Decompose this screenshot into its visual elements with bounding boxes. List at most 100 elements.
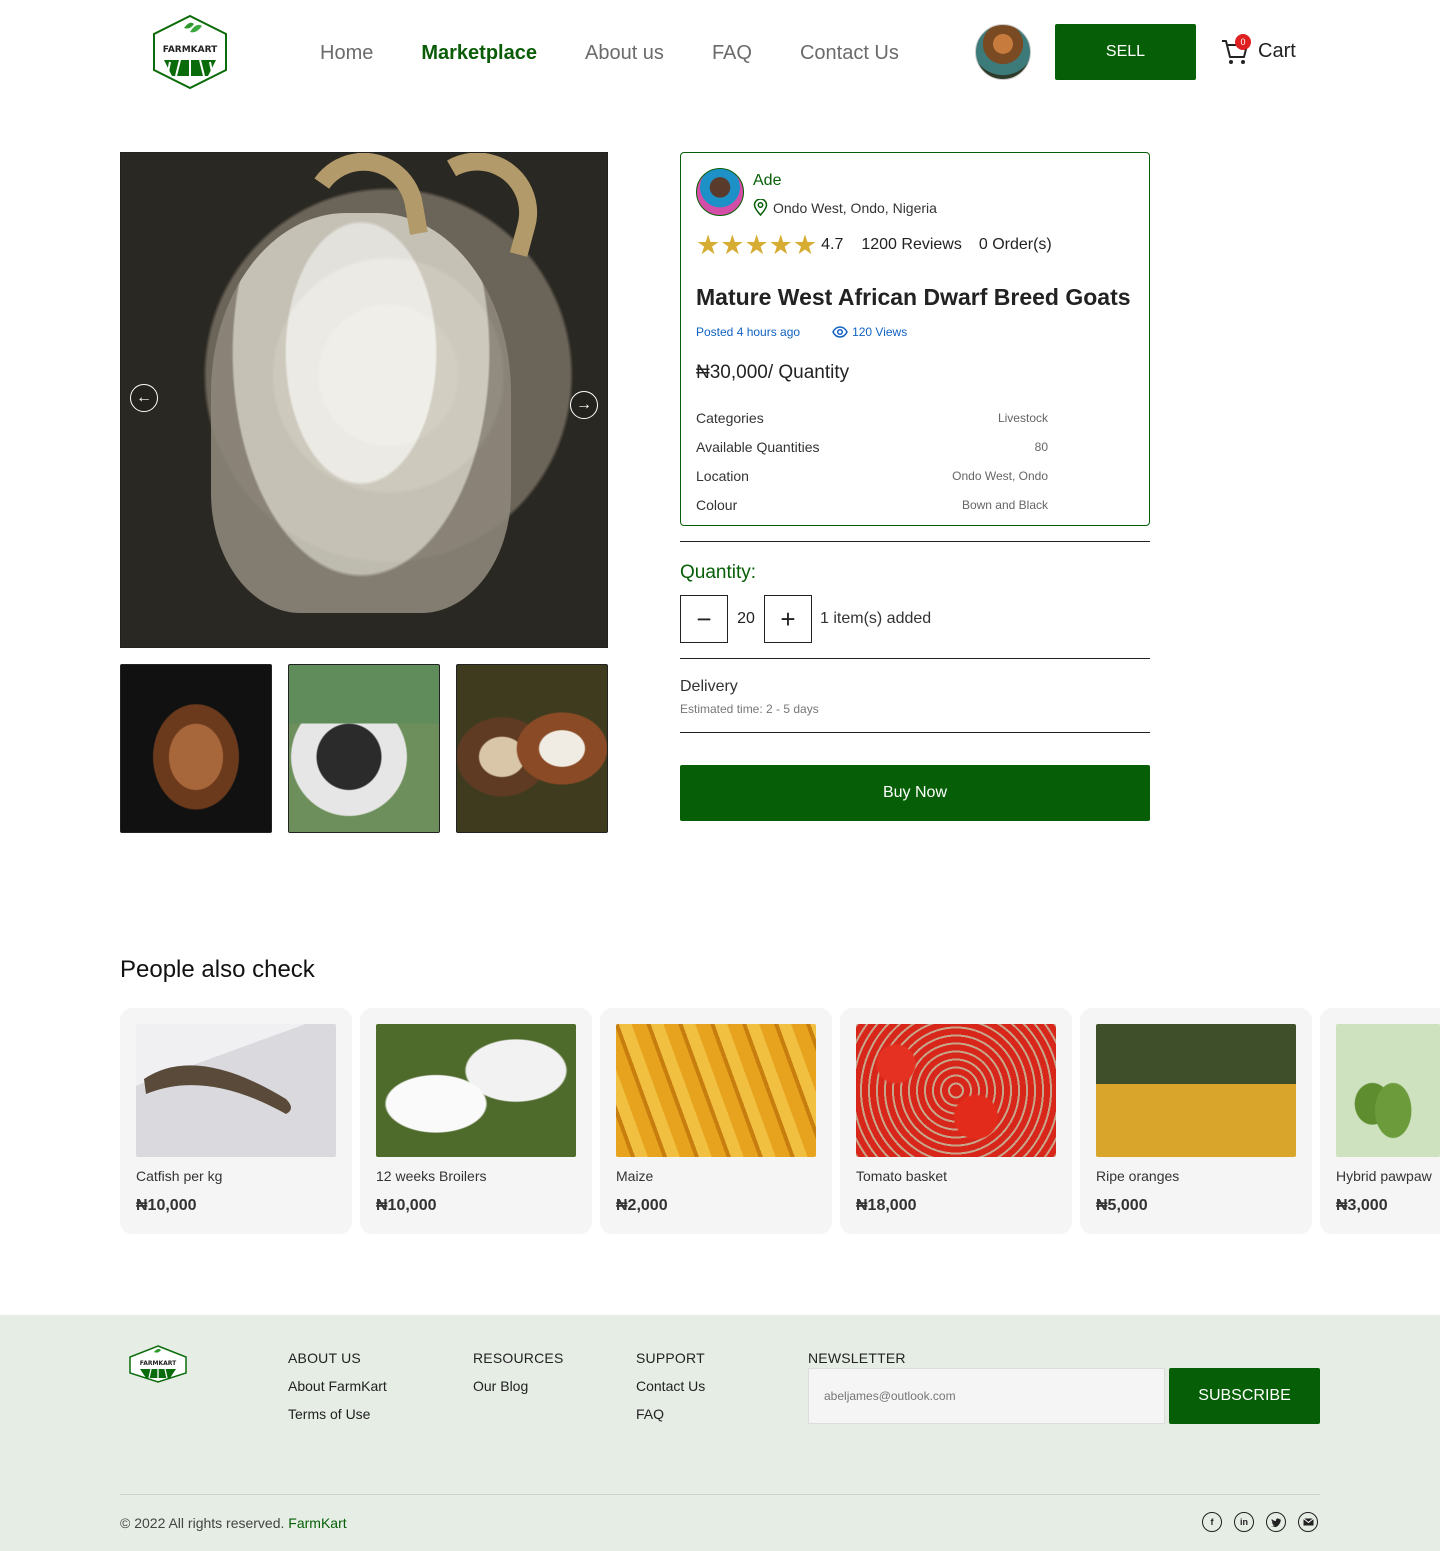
reviews-count[interactable]: 1200 Reviews: [861, 236, 962, 254]
footer-about-column: ABOUT US About FarmKart Terms of Use: [288, 1350, 387, 1434]
buy-now-button[interactable]: Buy Now: [680, 765, 1150, 821]
cart-link[interactable]: 0 Cart: [1220, 34, 1296, 66]
newsletter-email-input[interactable]: [808, 1368, 1165, 1424]
star-icon: ★: [792, 230, 818, 260]
product-meta: Posted 4 hours ago 120 Views: [696, 325, 907, 339]
location-pin-icon: [753, 199, 768, 216]
next-image-button[interactable]: →: [570, 391, 598, 419]
seller-avatar[interactable]: [696, 168, 744, 216]
product-image: [1096, 1024, 1296, 1157]
product-price: ₦2,000: [616, 1197, 668, 1214]
mail-icon[interactable]: [1298, 1512, 1318, 1532]
delivery-title: Delivery: [680, 678, 738, 695]
footer-divider: [120, 1494, 1320, 1495]
product-name: Catfish per kg: [136, 1168, 223, 1184]
footer-link-faq[interactable]: FAQ: [636, 1406, 705, 1422]
nav-about-us[interactable]: About us: [585, 40, 664, 66]
product-card[interactable]: Tomato basket ₦18,000: [840, 1008, 1072, 1234]
spec-value: Bown and Black: [961, 497, 1048, 512]
product-name: Ripe oranges: [1096, 1168, 1180, 1184]
product-price: ₦3,000: [1336, 1197, 1388, 1214]
star-rating: ★ ★ ★ ★ ★: [696, 230, 818, 260]
footer-link-about[interactable]: About FarmKart: [288, 1378, 387, 1394]
quantity-label: Quantity:: [680, 562, 757, 583]
spec-row: Categories Livestock: [696, 403, 1048, 432]
decrease-quantity-button[interactable]: −: [680, 595, 728, 643]
footer-heading: NEWSLETTER: [808, 1350, 906, 1366]
arrow-left-icon: ←: [136, 389, 152, 406]
spec-label: Categories: [696, 409, 764, 426]
spec-label: Location: [696, 467, 749, 484]
product-card[interactable]: Catfish per kg ₦10,000: [120, 1008, 352, 1234]
footer-heading: RESOURCES: [473, 1350, 564, 1366]
star-icon: ★: [768, 230, 793, 260]
footer-link-contact[interactable]: Contact Us: [636, 1378, 705, 1394]
product-image: [136, 1024, 336, 1157]
cart-icon: 0: [1220, 34, 1251, 66]
nav-faq[interactable]: FAQ: [712, 40, 752, 66]
footer-link-terms[interactable]: Terms of Use: [288, 1406, 387, 1422]
copyright: © 2022 All rights reserved. FarmKart: [120, 1515, 347, 1531]
posted-time: Posted 4 hours ago: [696, 325, 801, 339]
star-icon: ★: [744, 230, 769, 260]
product-image: [616, 1024, 816, 1157]
spec-label: Available Quantities: [696, 438, 820, 455]
facebook-icon[interactable]: f: [1202, 1512, 1222, 1532]
spec-value: Ondo West, Ondo: [952, 468, 1048, 483]
spec-row: Available Quantities 80: [696, 432, 1048, 461]
footer-logo[interactable]: FARMKART: [128, 1345, 188, 1383]
product-details-card: Ade Ondo West, Ondo, Nigeria ★ ★ ★ ★ ★ 4…: [680, 152, 1150, 526]
divider: [680, 541, 1150, 542]
footer-heading: ABOUT US: [288, 1350, 361, 1366]
star-icon: ★: [720, 230, 745, 260]
footer-link-blog[interactable]: Our Blog: [473, 1378, 563, 1394]
cart-count-badge: 0: [1235, 34, 1251, 50]
views-count: 120 Views: [832, 325, 907, 339]
thumbnail-1[interactable]: [120, 664, 272, 833]
product-price: ₦10,000: [136, 1197, 197, 1214]
divider: [680, 732, 1150, 733]
footer-heading: SUPPORT: [636, 1350, 705, 1366]
rating-row: ★ ★ ★ ★ ★ 4.7 1200 Reviews 0 Order(s): [696, 230, 1052, 260]
footer-support-column: SUPPORT Contact Us FAQ: [636, 1350, 705, 1434]
goat-image-shape: [211, 213, 511, 613]
copyright-text: © 2022 All rights reserved.: [120, 1515, 285, 1531]
product-card[interactable]: Maize ₦2,000: [600, 1008, 832, 1234]
twitter-icon[interactable]: [1266, 1512, 1286, 1532]
nav-marketplace[interactable]: Marketplace: [421, 40, 537, 66]
product-main-image: ← →: [120, 152, 608, 648]
nav-contact-us[interactable]: Contact Us: [800, 40, 899, 66]
thumbnail-3[interactable]: [456, 664, 608, 833]
copyright-brand[interactable]: FarmKart: [288, 1515, 346, 1531]
product-name: Tomato basket: [856, 1168, 948, 1184]
eye-icon: [832, 326, 848, 338]
product-name: 12 weeks Broilers: [376, 1168, 487, 1184]
product-card[interactable]: Ripe oranges ₦5,000: [1080, 1008, 1312, 1234]
quantity-value[interactable]: 20: [728, 610, 764, 628]
spec-value: 80: [1034, 439, 1048, 454]
farmkart-logo[interactable]: FARMKART: [150, 14, 230, 90]
related-section-title: People also check: [120, 956, 315, 983]
arrow-right-icon: →: [576, 396, 592, 413]
previous-image-button[interactable]: ←: [130, 384, 158, 412]
spec-label: Colour: [696, 496, 738, 513]
sell-button[interactable]: SELL: [1055, 24, 1196, 80]
subscribe-button[interactable]: SUBSCRIBE: [1169, 1368, 1320, 1424]
footer-resources-column: RESOURCES Our Blog: [473, 1350, 563, 1406]
product-card[interactable]: 12 weeks Broilers ₦10,000: [360, 1008, 592, 1234]
star-icon: ★: [696, 230, 721, 260]
thumbnail-2[interactable]: [288, 664, 440, 833]
user-avatar[interactable]: [975, 24, 1031, 80]
views-text: 120 Views: [852, 325, 908, 339]
product-name: Maize: [616, 1168, 654, 1184]
main-nav: Home Marketplace About us FAQ Contact Us: [320, 40, 899, 66]
seller-location: Ondo West, Ondo, Nigeria: [753, 199, 937, 216]
product-card[interactable]: Hybrid pawpaw ₦3,000: [1320, 1008, 1440, 1234]
increase-quantity-button[interactable]: +: [764, 595, 812, 643]
nav-home[interactable]: Home: [320, 40, 373, 66]
seller-name[interactable]: Ade: [753, 172, 781, 190]
product-image: [1336, 1024, 1440, 1157]
product-name: Hybrid pawpaw: [1336, 1168, 1432, 1184]
delivery-estimate: Estimated time: 2 - 5 days: [680, 702, 819, 716]
linkedin-icon[interactable]: in: [1234, 1512, 1254, 1532]
